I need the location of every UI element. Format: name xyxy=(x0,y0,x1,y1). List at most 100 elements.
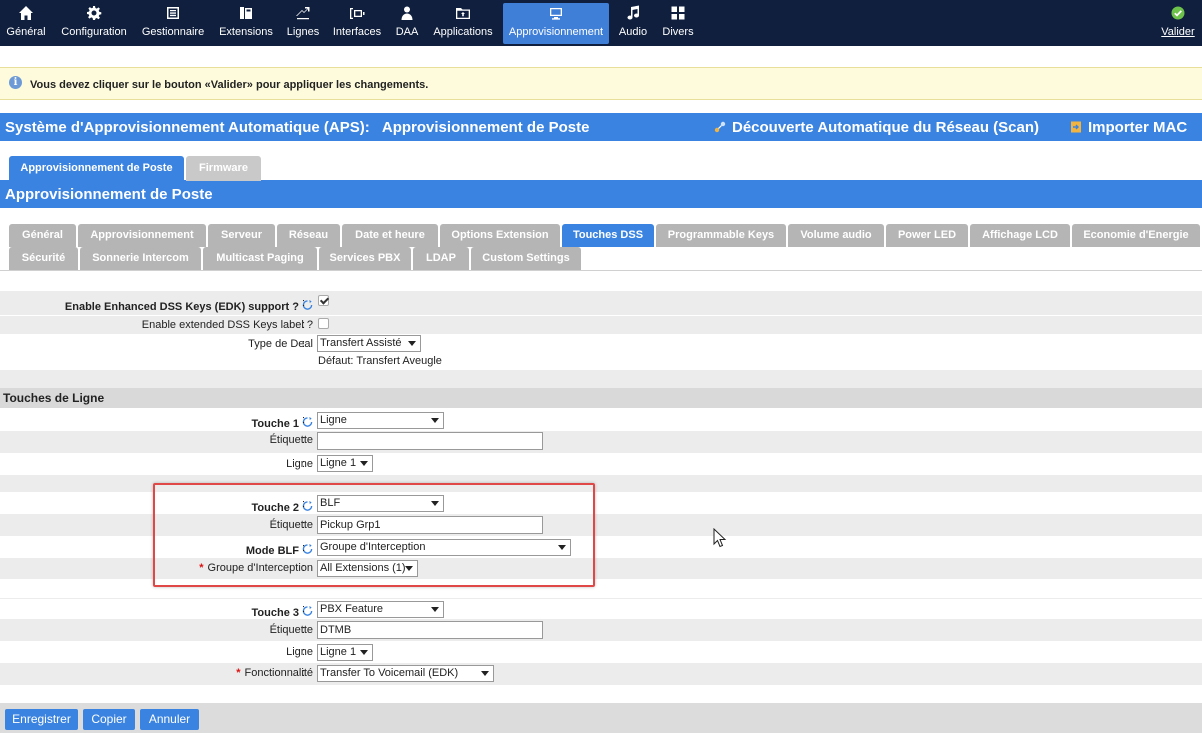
colon: : xyxy=(302,542,306,554)
nav-divers[interactable]: Divers xyxy=(659,3,697,44)
touche3-fonction-select[interactable]: Transfer To Voicemail (EDK) xyxy=(317,665,494,682)
nav-configuration[interactable]: Configuration xyxy=(57,3,131,44)
subtab-touches-dss[interactable]: Touches DSS xyxy=(562,224,654,247)
apply-changes-notice: i Vous devez cliquer sur le bouton «Vali… xyxy=(0,67,1202,100)
aps-title-main: Système d'Approvisionnement Automatique … xyxy=(5,119,370,136)
chevron-down-icon xyxy=(431,607,439,612)
network-discovery-link[interactable]: Découverte Automatique du Réseau (Scan) xyxy=(714,119,1039,136)
touche2-etiquette-input[interactable]: Pickup Grp1 xyxy=(317,516,543,534)
touche3-label-text: Touche 3 xyxy=(251,607,299,619)
spacer-row xyxy=(0,579,1202,598)
colon: : xyxy=(302,667,306,679)
touche3-ligne-select[interactable]: Ligne 1 xyxy=(317,644,373,661)
edk-checkbox[interactable] xyxy=(318,295,329,306)
touche2-mode-select[interactable]: Groupe d'Interception xyxy=(317,539,571,556)
subtab-securite[interactable]: Sécurité xyxy=(9,247,78,270)
phone-icon xyxy=(218,5,274,25)
nav-label: Divers xyxy=(662,26,694,38)
colon: : xyxy=(302,519,306,531)
touche1-type-select[interactable]: Ligne xyxy=(317,412,444,429)
nav-extensions[interactable]: Extensions xyxy=(218,3,274,44)
nav-gestionnaire[interactable]: Gestionnaire xyxy=(139,3,207,44)
subtab-general[interactable]: Général xyxy=(9,224,76,247)
subtab-options-extension[interactable]: Options Extension xyxy=(440,224,560,247)
aps-title: Système d'Approvisionnement Automatique … xyxy=(5,119,589,136)
touche3-etiquette-input[interactable]: DTMB xyxy=(317,621,543,639)
nav-label: DAA xyxy=(395,26,419,38)
edk-label: Enable Enhanced DSS Keys (EDK) support ? xyxy=(65,299,313,313)
section-lines-title: Touches de Ligne xyxy=(3,391,105,405)
subtab-reseau[interactable]: Réseau xyxy=(277,224,340,247)
main-tabs: Approvisionnement de Poste Firmware xyxy=(0,150,1202,181)
colon: : xyxy=(302,646,306,658)
nav-label: Approvisionnement xyxy=(508,26,604,38)
apps-icon xyxy=(430,5,496,25)
touche2-type-value: BLF xyxy=(320,497,341,509)
touche3-fonction-value: Transfer To Voicemail (EDK) xyxy=(320,667,459,679)
import-icon xyxy=(1071,121,1081,133)
touche3-type-select[interactable]: PBX Feature xyxy=(317,601,444,618)
provisioning-icon xyxy=(503,5,609,25)
nav-approvisionnement[interactable]: Approvisionnement xyxy=(503,3,609,44)
subtab-affichage-lcd[interactable]: Affichage LCD xyxy=(970,224,1070,247)
nav-lignes[interactable]: Lignes xyxy=(284,3,322,44)
ligne-label: Ligne xyxy=(286,458,313,470)
nav-interfaces[interactable]: Interfaces xyxy=(331,3,383,44)
nav-daa[interactable]: DAA xyxy=(393,3,421,44)
subtab-multicast-paging[interactable]: Multicast Paging xyxy=(203,247,317,270)
nav-applications[interactable]: Applications xyxy=(430,3,496,44)
valider-button[interactable]: Valider xyxy=(1158,3,1198,44)
deal-default-note: Défaut: Transfert Aveugle xyxy=(318,355,442,367)
deal-value: Transfert Assisté xyxy=(320,337,402,349)
touche2-type-select[interactable]: BLF xyxy=(317,495,444,512)
cancel-button[interactable]: Annuler xyxy=(140,709,199,730)
tab-firmware[interactable]: Firmware xyxy=(186,156,261,181)
chevron-down-icon xyxy=(360,650,368,655)
chevron-down-icon xyxy=(431,418,439,423)
subtab-date-heure[interactable]: Date et heure xyxy=(342,224,438,247)
nav-label: Configuration xyxy=(61,26,127,38)
subtab-power-led[interactable]: Power LED xyxy=(886,224,968,247)
touche1-ligne-select[interactable]: Ligne 1 xyxy=(317,455,373,472)
aps-title-sub: Approvisionnement de Poste xyxy=(381,119,590,136)
subtab-ldap[interactable]: LDAP xyxy=(413,247,469,270)
touche2-groupe-select[interactable]: All Extensions (1) xyxy=(317,560,418,577)
subtab-volume-audio[interactable]: Volume audio xyxy=(788,224,884,247)
subtab-economie-energie[interactable]: Economie d'Energie xyxy=(1072,224,1200,247)
nav-spacer xyxy=(0,46,1202,66)
subtab-sonnerie-intercom[interactable]: Sonnerie Intercom xyxy=(80,247,201,270)
aps-header: Système d'Approvisionnement Automatique … xyxy=(0,113,1202,141)
chevron-down-icon xyxy=(405,566,413,571)
edk-label-text: Enable Enhanced DSS Keys (EDK) support ? xyxy=(64,301,299,313)
colon: : xyxy=(302,319,306,331)
save-button[interactable]: Enregistrer xyxy=(5,709,78,730)
deal-row: Type de Deal : Transfert Assisté Défaut:… xyxy=(0,334,1202,370)
touche3-ligne-value: Ligne 1 xyxy=(320,646,357,658)
groupe-label-text: Groupe d'Interception xyxy=(207,562,313,574)
network-discovery-label: Découverte Automatique du Réseau (Scan) xyxy=(732,119,1040,136)
touche3-etiquette-row: Étiquette : DTMB xyxy=(0,619,1202,641)
info-icon: i xyxy=(9,76,22,89)
nav-label: Général xyxy=(6,26,46,38)
mouse-cursor-icon xyxy=(713,528,727,548)
etiquette-label: Étiquette xyxy=(269,624,313,636)
colon: : xyxy=(302,458,306,470)
deal-select[interactable]: Transfert Assisté xyxy=(317,335,421,352)
import-mac-link[interactable]: Importer MAC xyxy=(1070,119,1187,136)
gear-icon xyxy=(57,5,131,25)
touche2-mode-row: Mode BLF : Groupe d'Interception xyxy=(0,536,1202,558)
ext-label-checkbox[interactable] xyxy=(318,318,329,329)
nav-general[interactable]: Général xyxy=(4,3,48,44)
touche1-etiquette-input[interactable] xyxy=(317,432,543,450)
required-asterisk: * xyxy=(236,667,241,679)
subtab-custom-settings[interactable]: Custom Settings xyxy=(471,247,581,270)
subtab-services-pbx[interactable]: Services PBX xyxy=(319,247,411,270)
colon: : xyxy=(302,338,306,350)
subtab-programmable-keys[interactable]: Programmable Keys xyxy=(656,224,786,247)
touche3-type-value: PBX Feature xyxy=(320,603,383,615)
nav-audio[interactable]: Audio xyxy=(616,3,650,44)
copy-button[interactable]: Copier xyxy=(83,709,135,730)
tab-approvisionnement-poste[interactable]: Approvisionnement de Poste xyxy=(9,156,184,181)
subtab-approvisionnement[interactable]: Approvisionnement xyxy=(78,224,206,247)
subtab-serveur[interactable]: Serveur xyxy=(208,224,275,247)
